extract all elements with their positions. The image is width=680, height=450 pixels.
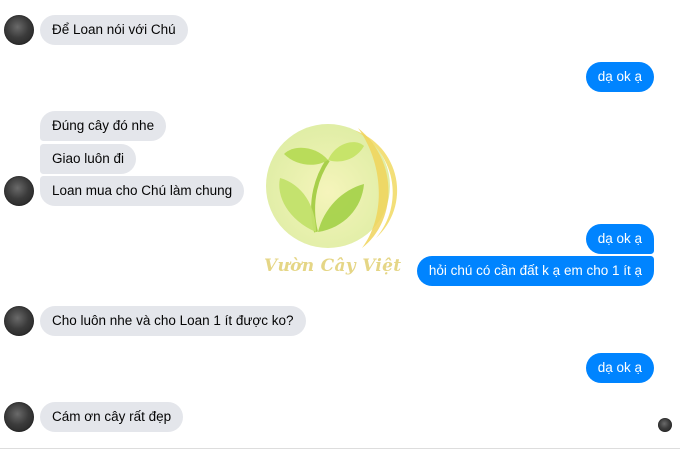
- divider: [0, 448, 680, 449]
- message-text: Cám ơn cây rất đẹp: [52, 409, 172, 424]
- contact-avatar[interactable]: [4, 402, 34, 432]
- message-incoming[interactable]: Giao luôn đi: [40, 144, 137, 174]
- message-text: Cho luôn nhe và cho Loan 1 ít được ko?: [52, 313, 294, 328]
- message-incoming[interactable]: Cho luôn nhe và cho Loan 1 ít được ko?: [40, 306, 306, 336]
- message-text: Đúng cây đó nhe: [52, 118, 155, 133]
- message-incoming[interactable]: Loan mua cho Chú làm chung: [40, 176, 245, 206]
- message-outgoing[interactable]: dạ ok ạ: [585, 62, 654, 92]
- contact-avatar[interactable]: [4, 15, 34, 45]
- seen-avatar: [658, 418, 672, 432]
- message-outgoing[interactable]: hỏi chú có cần đất k ạ em cho 1 ít ạ: [416, 256, 654, 286]
- message-text: dạ ok ạ: [597, 69, 642, 84]
- message-outgoing[interactable]: dạ ok ạ: [585, 224, 654, 254]
- message-text: Loan mua cho Chú làm chung: [52, 183, 233, 198]
- message-text: Để Loan nói với Chú: [52, 22, 176, 37]
- contact-avatar[interactable]: [4, 306, 34, 336]
- message-incoming[interactable]: Để Loan nói với Chú: [40, 15, 188, 45]
- message-text: dạ ok ạ: [597, 360, 642, 375]
- message-incoming[interactable]: Cám ơn cây rất đẹp: [40, 402, 184, 432]
- message-text: dạ ok ạ: [597, 231, 642, 246]
- message-text: Giao luôn đi: [52, 151, 125, 166]
- watermark-brand: Vườn Cây Việt: [264, 256, 402, 276]
- message-incoming[interactable]: Đúng cây đó nhe: [40, 111, 167, 141]
- message-outgoing[interactable]: dạ ok ạ: [585, 353, 654, 383]
- contact-avatar[interactable]: [4, 176, 34, 206]
- message-text: hỏi chú có cần đất k ạ em cho 1 ít ạ: [428, 263, 642, 278]
